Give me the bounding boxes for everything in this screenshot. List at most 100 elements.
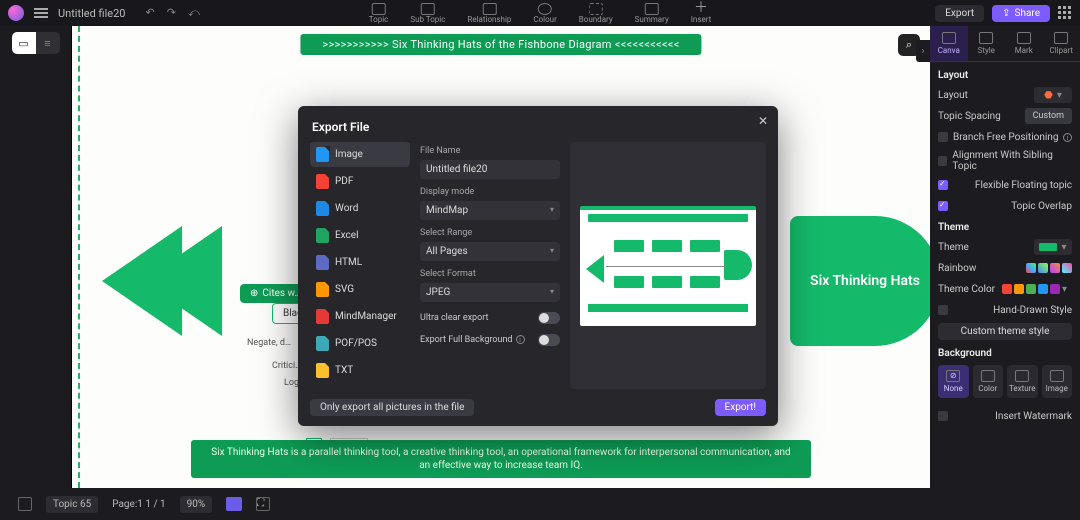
word-file-icon xyxy=(316,201,329,216)
tool-boundary[interactable]: Boundary xyxy=(579,3,613,24)
ultra-clear-label: Ultra clear export xyxy=(420,313,488,323)
bg-color[interactable]: Color xyxy=(973,365,1004,398)
format-mindmanager[interactable]: MindManager xyxy=(310,304,410,329)
presentation-icon[interactable] xyxy=(226,497,242,511)
export-confirm-button[interactable]: Export! xyxy=(715,399,766,416)
format-txt[interactable]: TXT xyxy=(310,358,410,383)
rainbow-label: Rainbow xyxy=(938,263,976,274)
mindmanager-file-icon xyxy=(316,309,329,324)
file-name-label: File Name xyxy=(420,146,560,156)
modal-title: Export File xyxy=(298,106,778,142)
format-word[interactable]: Word xyxy=(310,196,410,221)
status-zoom[interactable]: 90% xyxy=(180,496,213,513)
select-range-select[interactable]: All Pages xyxy=(420,242,560,261)
layout-select[interactable]: ⬣▾ xyxy=(1034,87,1072,103)
card-view-icon[interactable]: ▭ xyxy=(12,32,36,54)
export-options: File Name Display mode MindMap Select Ra… xyxy=(420,142,560,389)
check-topic-overlap[interactable] xyxy=(938,201,948,211)
apps-icon[interactable] xyxy=(1058,6,1072,20)
html-file-icon xyxy=(316,255,329,270)
excel-file-icon xyxy=(316,228,329,243)
status-topic: Topic 65 xyxy=(46,496,98,513)
info-icon[interactable]: i xyxy=(516,335,525,344)
display-mode-label: Display mode xyxy=(420,187,560,197)
history-icon[interactable]: ⤺ xyxy=(188,6,200,20)
footnote-banner: Six Thinking Hats is a parallel thinking… xyxy=(191,440,811,478)
format-html[interactable]: HTML xyxy=(310,250,410,275)
document-title: Untitled file20 xyxy=(58,7,126,20)
txt-file-icon xyxy=(316,363,329,378)
collapse-panel-icon[interactable]: › xyxy=(916,40,930,62)
diagram-title-banner: >>>>>>>>>>> Six Thinking Hats of the Fis… xyxy=(300,34,701,55)
full-bg-label: Export Full Backgroundi xyxy=(420,335,525,345)
format-svg[interactable]: SVG xyxy=(310,277,410,302)
check-hand-drawn[interactable] xyxy=(938,305,948,315)
format-excel[interactable]: Excel xyxy=(310,223,410,248)
check-align-sibling[interactable] xyxy=(938,156,947,166)
texture-icon xyxy=(1015,370,1029,382)
theme-color-swatches[interactable]: ▾ xyxy=(1002,284,1072,294)
bg-none[interactable]: ⊘None xyxy=(938,365,969,398)
info-icon[interactable]: i xyxy=(1063,133,1072,142)
check-watermark[interactable] xyxy=(938,411,948,421)
fullscreen-icon[interactable]: ⛶ xyxy=(256,497,270,511)
ultra-clear-toggle[interactable] xyxy=(538,312,560,324)
image-icon xyxy=(1050,370,1064,382)
custom-theme-button[interactable]: Custom theme style xyxy=(938,323,1072,340)
tool-colour[interactable]: Colour xyxy=(533,3,556,24)
format-pdf[interactable]: PDF xyxy=(310,169,410,194)
export-button[interactable]: Export xyxy=(935,5,984,22)
tab-style[interactable]: Style xyxy=(968,26,1006,62)
format-image[interactable]: Image xyxy=(310,142,410,167)
file-name-input[interactable] xyxy=(420,160,560,179)
format-list: Image PDF Word Excel HTML SVG MindManage… xyxy=(310,142,410,389)
section-layout: Layout xyxy=(938,70,1072,81)
bg-image[interactable]: Image xyxy=(1042,365,1073,398)
fish-head[interactable]: Six Thinking Hats xyxy=(790,216,930,346)
tool-subtopic[interactable]: Sub Topic xyxy=(410,3,445,24)
display-mode-select[interactable]: MindMap xyxy=(420,201,560,220)
top-bar: Untitled file20 ↶ ↷ ⤺ Topic Sub Topic Re… xyxy=(0,0,1080,26)
pages-icon[interactable] xyxy=(18,497,32,511)
export-modal: ✕ Export File Image PDF Word Excel HTML … xyxy=(298,106,778,426)
format-pofpos[interactable]: POF/POS xyxy=(310,331,410,356)
check-branch-free[interactable] xyxy=(938,132,948,142)
tool-insert[interactable]: ＋Insert xyxy=(691,3,712,24)
section-theme: Theme xyxy=(938,222,1072,233)
topic-spacing-custom[interactable]: Custom xyxy=(1025,108,1072,124)
fish-tail xyxy=(102,226,222,336)
tool-topic[interactable]: Topic xyxy=(369,3,389,24)
menu-icon[interactable] xyxy=(34,8,48,18)
tab-clipart[interactable]: Clipart xyxy=(1043,26,1080,62)
list-view-icon[interactable]: ≡ xyxy=(36,32,60,54)
full-bg-toggle[interactable] xyxy=(538,334,560,346)
bg-texture[interactable]: Texture xyxy=(1007,365,1038,398)
view-toggle[interactable]: ▭ ≡ xyxy=(12,32,60,54)
redo-icon[interactable]: ↷ xyxy=(167,6,176,20)
subtopic-1[interactable]: Negate, d… xyxy=(247,338,291,348)
select-range-label: Select Range xyxy=(420,228,560,238)
section-background: Background xyxy=(938,348,1072,359)
pdf-file-icon xyxy=(316,174,329,189)
check-flex-float[interactable] xyxy=(938,180,948,190)
status-page: Page:1 1 / 1 xyxy=(112,499,165,510)
subtopic-2[interactable]: Critici… xyxy=(272,361,301,371)
tool-relationship[interactable]: Relationship xyxy=(467,3,511,24)
theme-label: Theme xyxy=(938,242,969,253)
status-bar: Topic 65 Page:1 1 / 1 90% ⛶ xyxy=(0,488,1080,520)
select-format-select[interactable]: JPEG xyxy=(420,283,560,302)
pof-file-icon xyxy=(316,336,329,351)
layout-label: Layout xyxy=(938,90,968,101)
tab-mark[interactable]: Mark xyxy=(1005,26,1043,62)
share-button[interactable]: ⇪Share xyxy=(992,5,1050,22)
rainbow-swatches[interactable] xyxy=(1026,263,1072,273)
app-logo xyxy=(8,5,24,21)
tab-canva[interactable]: Canva xyxy=(930,26,968,62)
only-pictures-button[interactable]: Only export all pictures in the file xyxy=(310,399,474,416)
share-icon: ⇪ xyxy=(1002,8,1010,19)
theme-select[interactable]: ▾ xyxy=(1034,239,1072,255)
select-format-label: Select Format xyxy=(420,269,560,279)
undo-icon[interactable]: ↶ xyxy=(146,6,155,20)
close-icon[interactable]: ✕ xyxy=(758,114,768,128)
tool-summary[interactable]: Summary xyxy=(635,3,669,24)
